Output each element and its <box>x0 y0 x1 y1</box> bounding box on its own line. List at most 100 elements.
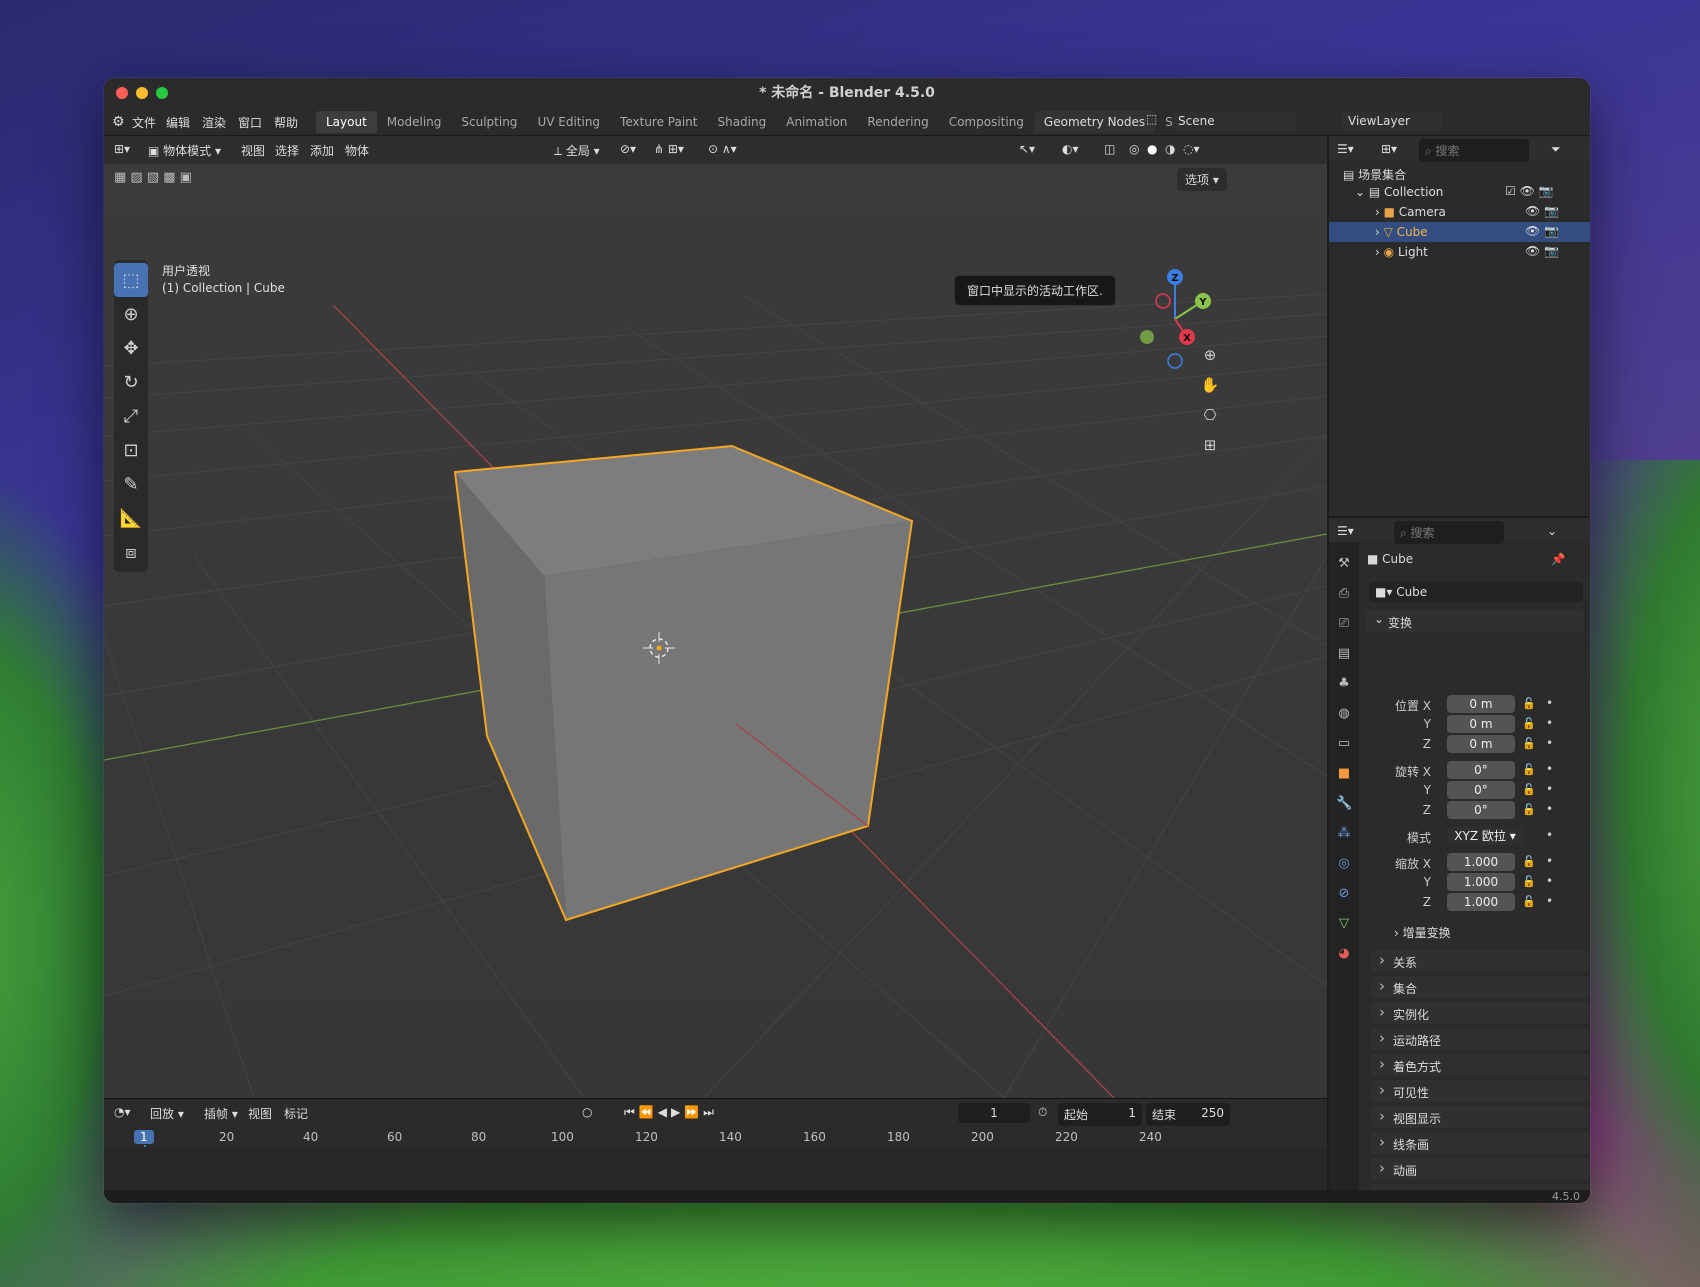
overlay-toggle-icon[interactable]: ◐▾ <box>1062 142 1079 156</box>
tab-uv-editing[interactable]: UV Editing <box>527 111 610 133</box>
scene-tab-icon[interactable]: ♣ <box>1336 676 1352 692</box>
panel-visibility[interactable]: 可见性 <box>1371 1080 1589 1102</box>
lock-icon[interactable]: 🔓 <box>1522 855 1536 868</box>
gizmo-toggle-icon[interactable]: ↖▾ <box>1019 142 1035 156</box>
outliner-editor-icon[interactable]: ☰▾ <box>1337 142 1354 156</box>
select-box-tool-icon[interactable]: ⬚ <box>114 263 148 297</box>
rotation-x-field[interactable]: 0° <box>1447 761 1515 779</box>
zoom-button[interactable] <box>156 87 168 99</box>
rotate-tool-icon[interactable]: ↻ <box>114 365 148 399</box>
options-button[interactable]: 选项 ▾ <box>1177 168 1227 191</box>
keyframe-dot-icon[interactable]: • <box>1546 828 1553 842</box>
move-tool-icon[interactable]: ✥ <box>114 331 148 365</box>
particles-tab-icon[interactable]: ⁂ <box>1336 826 1352 842</box>
data-tab-icon[interactable]: ▽ <box>1336 916 1352 932</box>
rotation-z-field[interactable]: 0° <box>1447 801 1515 819</box>
material-tab-icon[interactable]: ◕ <box>1336 946 1352 962</box>
panel-shading[interactable]: 着色方式 <box>1371 1054 1589 1076</box>
measure-tool-icon[interactable]: 📐 <box>114 501 148 535</box>
panel-relations[interactable]: 关系 <box>1371 950 1589 972</box>
filter-icon[interactable]: ⏷ <box>1551 142 1561 157</box>
location-z-field[interactable]: 0 m <box>1447 735 1515 753</box>
keyframe-dot-icon[interactable]: • <box>1546 696 1553 710</box>
keyframe-dot-icon[interactable]: • <box>1546 782 1553 796</box>
cursor-tool-icon[interactable]: ⊕ <box>114 297 148 331</box>
location-x-field[interactable]: 0 m <box>1447 695 1515 713</box>
playback-menu[interactable]: 回放 ▾ <box>150 1105 184 1122</box>
properties-dropdown-icon[interactable]: ⌄ <box>1547 524 1557 538</box>
panel-instancing[interactable]: 实例化 <box>1371 1002 1589 1024</box>
lock-icon[interactable]: 🔓 <box>1522 783 1536 796</box>
transform-tool-icon[interactable]: ⊡ <box>114 433 148 467</box>
start-frame-field[interactable]: 起始 1 <box>1058 1103 1142 1126</box>
orientation-selector[interactable]: ⟂ 全局 ▾ <box>554 142 600 159</box>
editor-type-icon[interactable]: ⊞▾ <box>114 142 130 156</box>
shading-wireframe-icon[interactable]: ◎ <box>1129 142 1139 156</box>
autokey-icon[interactable]: ○ <box>582 1105 592 1119</box>
scale-z-field[interactable]: 1.000 <box>1447 893 1515 911</box>
marker-menu[interactable]: 标记 <box>284 1105 308 1122</box>
physics-tab-icon[interactable]: ◎ <box>1336 856 1352 872</box>
keyframe-dot-icon[interactable]: • <box>1546 874 1553 888</box>
3d-viewport[interactable]: Z Y X ⊞▾ ▣ 物体模式 ▾ 视图 选择 添加 物体 ⟂ 全局 ▾ ⊘▾ … <box>104 136 1327 1098</box>
timeline-view-menu[interactable]: 视图 <box>248 1105 272 1122</box>
tab-sculpting[interactable]: Sculpting <box>451 111 527 133</box>
end-frame-field[interactable]: 结束 250 <box>1146 1103 1230 1126</box>
object-tab-icon[interactable]: ■ <box>1336 766 1352 782</box>
panel-viewport-display[interactable]: 视图显示 <box>1371 1106 1589 1128</box>
output-tab-icon[interactable]: ⎚ <box>1336 616 1352 632</box>
light-visibility[interactable]: 👁 📷 <box>1525 244 1559 258</box>
minimize-button[interactable] <box>136 87 148 99</box>
grid-view-icon[interactable]: ⊞ <box>1197 432 1223 458</box>
keyframe-dot-icon[interactable]: • <box>1546 894 1553 908</box>
pan-hand-icon[interactable]: ✋ <box>1197 372 1223 398</box>
lock-icon[interactable]: 🔓 <box>1522 895 1536 908</box>
panel-collections[interactable]: 集合 <box>1371 976 1589 998</box>
camera-view-icon[interactable]: ⎔ <box>1197 402 1223 428</box>
collection-tab-icon[interactable]: ▭ <box>1336 736 1352 752</box>
panel-line-art[interactable]: 线条画 <box>1371 1132 1589 1154</box>
close-button[interactable] <box>116 87 128 99</box>
object-name-field[interactable]: ■▾ Cube <box>1369 582 1583 602</box>
menu-file[interactable]: 文件 <box>132 114 156 131</box>
timeline-body[interactable] <box>104 1147 1327 1191</box>
tab-compositing[interactable]: Compositing <box>939 111 1034 133</box>
lock-icon[interactable]: 🔓 <box>1522 803 1536 816</box>
tab-modeling[interactable]: Modeling <box>377 111 452 133</box>
keyframe-dot-icon[interactable]: • <box>1546 716 1553 730</box>
panel-animation[interactable]: 动画 <box>1371 1158 1589 1180</box>
pin-icon[interactable]: 📌 <box>1551 552 1565 566</box>
rotation-y-field[interactable]: 0° <box>1447 781 1515 799</box>
viewlayer-selector[interactable]: ViewLayer <box>1342 111 1442 131</box>
menu-view[interactable]: 视图 <box>241 142 265 159</box>
keyframe-dot-icon[interactable]: • <box>1546 736 1553 750</box>
lock-icon[interactable]: 🔓 <box>1522 875 1536 888</box>
scene-selector[interactable]: Scene <box>1172 111 1296 131</box>
lock-icon[interactable]: 🔓 <box>1522 697 1536 710</box>
keying-menu[interactable]: 插帧 ▾ <box>204 1105 238 1122</box>
visibility-icons[interactable]: ☑ 👁 📷 <box>1505 184 1554 198</box>
snap-icon[interactable]: ⋔ ⊞▾ <box>654 142 684 156</box>
playback-controls[interactable]: ⏮⏪◀▶⏩⏭ <box>624 1105 718 1120</box>
rotation-mode-select[interactable]: XYZ 欧拉 ▾ <box>1447 827 1523 845</box>
menu-window[interactable]: 窗口 <box>238 114 262 131</box>
constraints-tab-icon[interactable]: ⊘ <box>1336 886 1352 902</box>
timeline-editor-icon[interactable]: ◔▾ <box>114 1105 131 1119</box>
tab-geometry-nodes[interactable]: Geometry Nodes <box>1033 111 1156 133</box>
lock-icon[interactable]: 🔓 <box>1522 717 1536 730</box>
pivot-icon[interactable]: ⊘▾ <box>620 142 636 156</box>
panel-motion-paths[interactable]: 运动路径 <box>1371 1028 1589 1050</box>
proportional-icon[interactable]: ⊙ ∧▾ <box>708 142 737 156</box>
modifier-tab-icon[interactable]: 🔧 <box>1336 796 1352 812</box>
playhead[interactable]: 1 <box>134 1130 154 1144</box>
outliner-item-cube[interactable]: › ▽ Cube 👁 📷 <box>1329 222 1590 242</box>
add-cube-tool-icon[interactable]: ⧈ <box>114 535 148 569</box>
menu-select[interactable]: 选择 <box>275 142 299 159</box>
outliner-item-camera[interactable]: › ■ Camera 👁 📷 <box>1329 202 1590 222</box>
lock-icon[interactable]: 🔓 <box>1522 737 1536 750</box>
scale-tool-icon[interactable]: ⤢ <box>114 399 148 433</box>
menu-help[interactable]: 帮助 <box>274 114 298 131</box>
world-tab-icon[interactable]: ◍ <box>1336 706 1352 722</box>
tab-animation[interactable]: Animation <box>776 111 857 133</box>
display-mode-icon[interactable]: ⊞▾ <box>1381 142 1397 156</box>
